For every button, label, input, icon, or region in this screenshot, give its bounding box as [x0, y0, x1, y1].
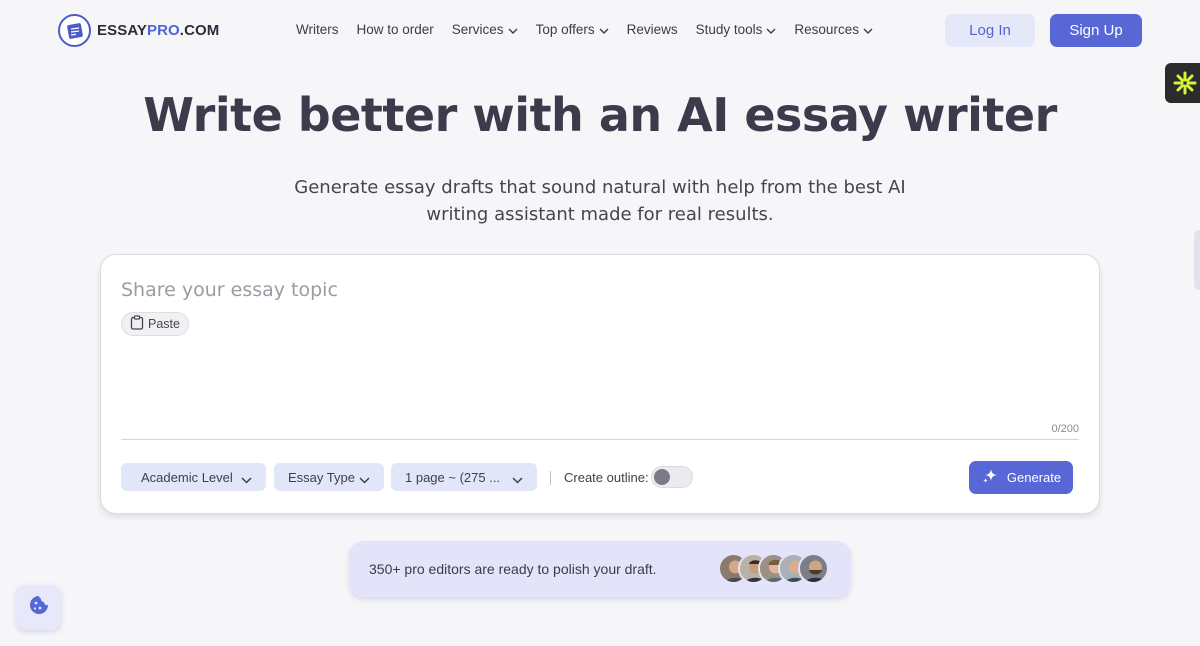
page-count-label: 1 page ~ (275 ...	[405, 469, 501, 485]
site-header: ESSAYPRO.COM Writers How to order Servic…	[0, 0, 1200, 62]
controls-separator	[550, 471, 551, 485]
logo-wordmark: ESSAYPRO.COM	[97, 22, 220, 39]
editor-avatars	[718, 553, 838, 585]
generate-button[interactable]: Generate	[969, 461, 1073, 494]
paste-button[interactable]: Paste	[121, 312, 189, 336]
chevron-down-icon	[766, 22, 776, 37]
editors-text: 350+ pro editors are ready to polish you…	[369, 561, 657, 577]
nav-services[interactable]: Services	[452, 22, 518, 37]
chevron-down-icon	[241, 472, 252, 487]
nav-writers[interactable]: Writers	[296, 22, 339, 37]
chevron-down-icon	[863, 22, 873, 37]
toggle-knob	[654, 469, 670, 485]
chevron-down-icon	[359, 472, 370, 487]
editors-banner: 350+ pro editors are ready to polish you…	[349, 541, 851, 597]
cookie-settings-button[interactable]	[16, 585, 61, 630]
nav-resources[interactable]: Resources	[794, 22, 873, 37]
cookie-icon	[28, 594, 50, 621]
chevron-down-icon	[508, 22, 518, 37]
sparkle-icon	[981, 467, 999, 488]
nav-how-to-order[interactable]: How to order	[357, 22, 434, 37]
generate-label: Generate	[1006, 470, 1062, 485]
char-counter: 0/200	[1051, 423, 1079, 435]
login-button[interactable]: Log In	[945, 14, 1035, 47]
chevron-down-icon	[512, 472, 523, 487]
essay-logo-icon	[58, 14, 91, 47]
paste-label: Paste	[148, 317, 180, 331]
side-edge-tab[interactable]	[1194, 230, 1200, 290]
outline-label: Create outline:	[564, 470, 649, 485]
site-logo[interactable]: ESSAYPRO.COM	[58, 14, 219, 47]
chevron-down-icon	[599, 22, 609, 37]
academic-level-select[interactable]: Academic Level	[121, 463, 266, 491]
clipboard-icon	[130, 315, 144, 333]
nav-top-offers[interactable]: Top offers	[536, 22, 609, 37]
essay-type-select[interactable]: Essay Type	[274, 463, 384, 491]
generator-controls: Academic Level Essay Type 1 page ~ (275 …	[121, 461, 1079, 494]
nav-reviews[interactable]: Reviews	[627, 22, 678, 37]
page-subtitle: Generate essay drafts that sound natural…	[294, 177, 906, 225]
essay-type-label: Essay Type	[288, 469, 355, 485]
page-count-select[interactable]: 1 page ~ (275 ...	[391, 463, 537, 491]
avatar	[798, 553, 829, 584]
essay-generator-card: Paste 0/200 Academic Level Essay Type 1 …	[100, 254, 1100, 514]
main-nav: Writers How to order Services Top offers…	[296, 22, 873, 37]
input-divider	[121, 439, 1079, 440]
academic-level-label: Academic Level	[141, 469, 233, 485]
outline-toggle[interactable]	[651, 466, 693, 488]
page-title: Write better with an AI essay writer	[143, 88, 1057, 142]
topic-input[interactable]	[121, 273, 1079, 307]
signup-button[interactable]: Sign Up	[1050, 14, 1142, 47]
nav-study-tools[interactable]: Study tools	[696, 22, 777, 37]
